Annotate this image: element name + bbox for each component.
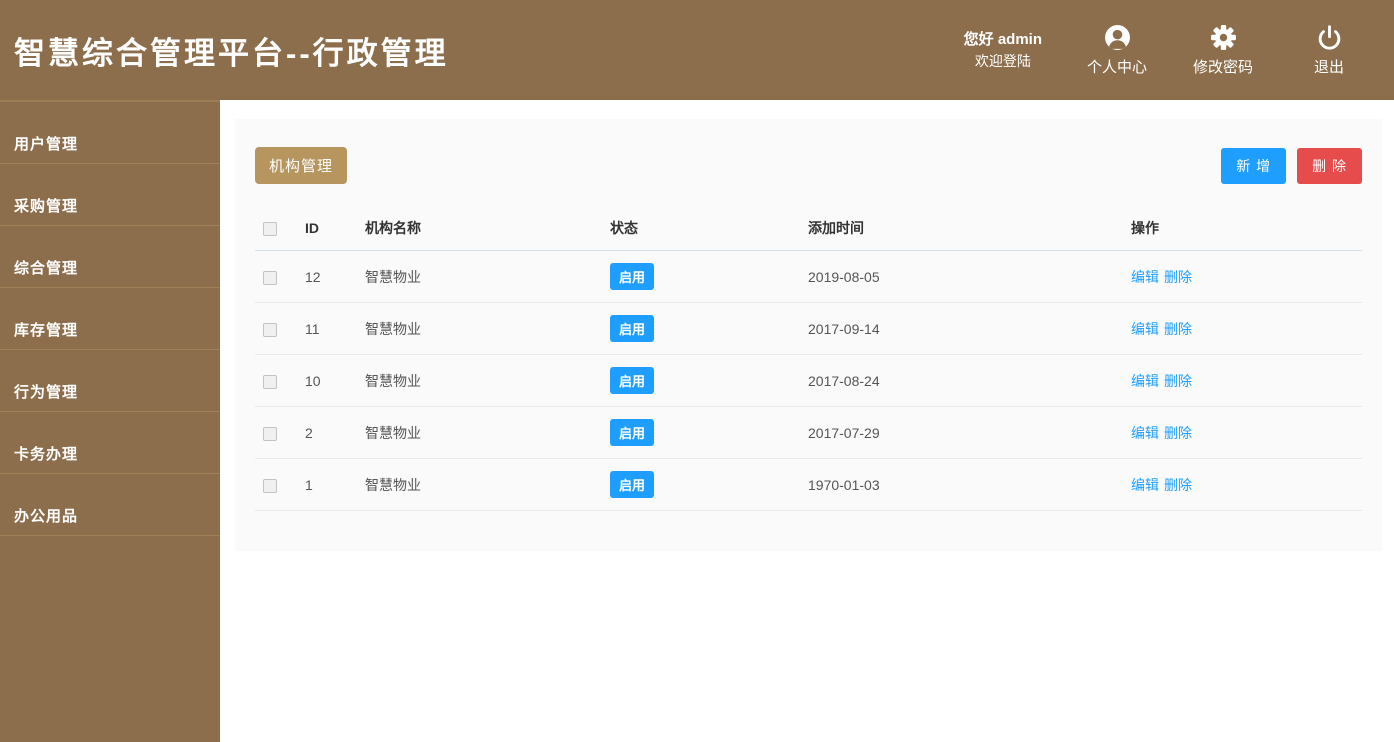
user-icon bbox=[1104, 24, 1131, 51]
add-button[interactable]: 新 增 bbox=[1221, 147, 1287, 184]
col-header-added-time: 添加时间 bbox=[800, 206, 1123, 251]
profile-button[interactable]: 个人中心 bbox=[1086, 24, 1148, 77]
card-toolbar: 机构管理 新 增 删 除 bbox=[255, 147, 1362, 184]
table-row: 10 智慧物业 启用 2017-08-24 编辑 删除 bbox=[255, 354, 1362, 407]
cell-actions: 编辑 删除 bbox=[1123, 250, 1362, 303]
cell-actions: 编辑 删除 bbox=[1123, 458, 1362, 511]
sidebar-item-purchase-mgmt[interactable]: 采购管理 bbox=[0, 164, 220, 226]
cell-actions: 编辑 删除 bbox=[1123, 406, 1362, 459]
cell-org-name: 智慧物业 bbox=[357, 406, 602, 459]
change-password-label: 修改密码 bbox=[1192, 58, 1253, 76]
col-header-actions: 操作 bbox=[1123, 206, 1362, 251]
cell-added-time: 2019-08-05 bbox=[800, 250, 1123, 303]
status-badge: 启用 bbox=[610, 471, 655, 498]
table-row: 12 智慧物业 启用 2019-08-05 编辑 删除 bbox=[255, 250, 1362, 303]
status-badge: 启用 bbox=[610, 367, 655, 394]
cell-id: 12 bbox=[297, 250, 357, 303]
cell-id: 2 bbox=[297, 406, 357, 459]
delete-link[interactable]: 删除 bbox=[1164, 321, 1192, 337]
select-all-checkbox[interactable] bbox=[263, 222, 277, 237]
power-icon bbox=[1316, 24, 1343, 51]
sidebar-item-card-services[interactable]: 卡务办理 bbox=[0, 412, 220, 474]
cell-added-time: 2017-07-29 bbox=[800, 406, 1123, 459]
cell-id: 11 bbox=[297, 302, 357, 355]
toolbar-buttons: 新 增 删 除 bbox=[1221, 147, 1362, 184]
profile-label: 个人中心 bbox=[1086, 58, 1147, 76]
edit-link[interactable]: 编辑 bbox=[1131, 321, 1159, 337]
edit-link[interactable]: 编辑 bbox=[1131, 425, 1159, 441]
table-header-row: ID 机构名称 状态 添加时间 操作 bbox=[255, 206, 1362, 251]
sidebar-item-user-mgmt[interactable]: 用户管理 bbox=[0, 102, 220, 164]
cell-org-name: 智慧物业 bbox=[357, 354, 602, 407]
content-card: 机构管理 新 增 删 除 ID 机构名称 状态 添加时间 操作 12 智慧物业 … bbox=[235, 119, 1382, 551]
greeting-username: 您好 admin bbox=[963, 30, 1042, 48]
col-header-status: 状态 bbox=[602, 206, 800, 251]
main-content: 机构管理 新 增 删 除 ID 机构名称 状态 添加时间 操作 12 智慧物业 … bbox=[220, 100, 1394, 742]
sidebar-item-behavior-mgmt[interactable]: 行为管理 bbox=[0, 350, 220, 412]
tab-org-management[interactable]: 机构管理 bbox=[255, 147, 348, 184]
cell-id: 1 bbox=[297, 458, 357, 511]
cell-added-time: 2017-08-24 bbox=[800, 354, 1123, 407]
cell-id: 10 bbox=[297, 354, 357, 407]
row-checkbox[interactable] bbox=[263, 426, 277, 441]
cell-org-name: 智慧物业 bbox=[357, 302, 602, 355]
row-checkbox[interactable] bbox=[263, 478, 277, 493]
row-checkbox[interactable] bbox=[263, 322, 277, 337]
greeting-welcome: 欢迎登陆 bbox=[974, 52, 1031, 69]
cell-org-name: 智慧物业 bbox=[357, 458, 602, 511]
top-header: 智慧综合管理平台--行政管理 您好 admin 欢迎登陆 个人中心 修改密码 退… bbox=[0, 0, 1394, 100]
change-password-button[interactable]: 修改密码 bbox=[1192, 24, 1254, 77]
delete-link[interactable]: 删除 bbox=[1164, 425, 1192, 441]
cell-org-name: 智慧物业 bbox=[357, 250, 602, 303]
org-table: ID 机构名称 状态 添加时间 操作 12 智慧物业 启用 2019-08-05 bbox=[255, 206, 1362, 511]
gear-icon bbox=[1210, 24, 1237, 51]
app-window: 智慧综合管理平台--行政管理 您好 admin 欢迎登陆 个人中心 修改密码 退… bbox=[0, 0, 1394, 742]
delete-link[interactable]: 删除 bbox=[1164, 373, 1192, 389]
cell-added-time: 2017-09-14 bbox=[800, 302, 1123, 355]
status-badge: 启用 bbox=[610, 263, 655, 290]
delete-link[interactable]: 删除 bbox=[1164, 477, 1192, 493]
cell-actions: 编辑 删除 bbox=[1123, 354, 1362, 407]
sidebar-item-general-mgmt[interactable]: 综合管理 bbox=[0, 226, 220, 288]
delete-link[interactable]: 删除 bbox=[1164, 269, 1192, 285]
logout-button[interactable]: 退出 bbox=[1298, 24, 1360, 77]
logout-label: 退出 bbox=[1313, 58, 1344, 76]
page-title: 智慧综合管理平台--行政管理 bbox=[14, 35, 449, 71]
sidebar-nav: 用户管理 采购管理 综合管理 库存管理 行为管理 卡务办理 办公用品 bbox=[0, 100, 220, 742]
row-checkbox[interactable] bbox=[263, 270, 277, 285]
delete-button[interactable]: 删 除 bbox=[1297, 147, 1362, 184]
edit-link[interactable]: 编辑 bbox=[1131, 269, 1159, 285]
edit-link[interactable]: 编辑 bbox=[1131, 373, 1159, 389]
table-row: 11 智慧物业 启用 2017-09-14 编辑 删除 bbox=[255, 302, 1362, 355]
edit-link[interactable]: 编辑 bbox=[1131, 477, 1159, 493]
sidebar-item-inventory-mgmt[interactable]: 库存管理 bbox=[0, 288, 220, 350]
row-checkbox[interactable] bbox=[263, 374, 277, 389]
table-row: 1 智慧物业 启用 1970-01-03 编辑 删除 bbox=[255, 458, 1362, 511]
status-badge: 启用 bbox=[610, 419, 655, 446]
status-badge: 启用 bbox=[610, 315, 655, 342]
sidebar-item-office-supplies[interactable]: 办公用品 bbox=[0, 474, 220, 536]
col-header-org-name: 机构名称 bbox=[357, 206, 602, 251]
header-right: 您好 admin 欢迎登陆 个人中心 修改密码 退出 bbox=[964, 24, 1360, 77]
table-row: 2 智慧物业 启用 2017-07-29 编辑 删除 bbox=[255, 406, 1362, 459]
user-greeting: 您好 admin 欢迎登陆 bbox=[964, 28, 1042, 73]
col-header-id: ID bbox=[297, 206, 357, 251]
cell-added-time: 1970-01-03 bbox=[800, 458, 1123, 511]
cell-actions: 编辑 删除 bbox=[1123, 302, 1362, 355]
